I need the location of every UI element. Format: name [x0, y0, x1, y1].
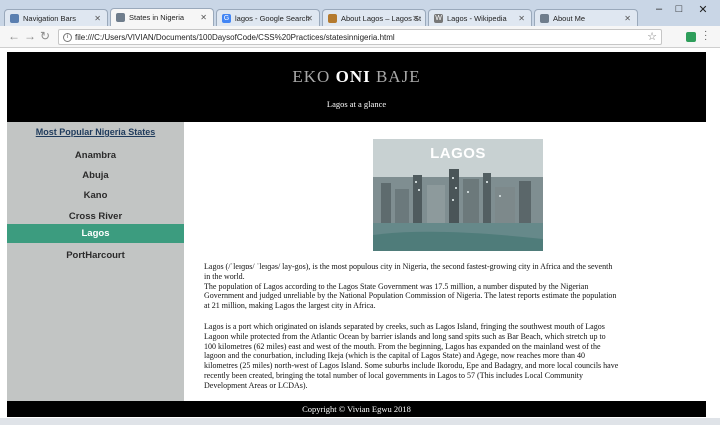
sidebar-item-lagos[interactable]: Lagos: [7, 224, 184, 243]
browser-tab[interactable]: About Lagos – Lagos St ✕: [322, 9, 426, 27]
states-sidebar: Most Popular Nigeria States Anambra Abuj…: [7, 122, 184, 401]
reload-icon[interactable]: ↻: [40, 29, 50, 43]
back-arrow-icon[interactable]: ←: [8, 29, 20, 43]
paragraph-text: Lagos (/ˈleɪɡɒs/ ˈleɪɡəs/ lay-gos), is t…: [204, 262, 613, 281]
sidebar-item-abuja[interactable]: Abuja: [7, 166, 184, 185]
close-window-icon[interactable]: ✕: [694, 3, 712, 16]
tab-title: Lagos - Wikipedia: [447, 14, 507, 23]
site-title-word: EKO: [292, 67, 331, 86]
page-favicon-icon: [116, 13, 125, 22]
close-tab-icon[interactable]: ✕: [306, 10, 313, 27]
browser-toolbar: ← → ↻ i file:///C:/Users/VIVIAN/Document…: [0, 26, 720, 48]
browser-tab-active[interactable]: States in Nigeria ✕: [110, 8, 214, 27]
page-favicon-icon: [10, 14, 19, 23]
site-title: EKO ONI BAJE: [7, 67, 706, 87]
browser-tab[interactable]: W Lagos - Wikipedia ✕: [428, 9, 532, 27]
paragraph-text: The population of Lagos according to the…: [204, 281, 617, 311]
browser-tab[interactable]: About Me ✕: [534, 9, 638, 27]
sidebar-heading[interactable]: Most Popular Nigeria States: [7, 127, 184, 137]
sidebar-item-portharcourt[interactable]: PortHarcourt: [7, 246, 184, 265]
paragraph-text: Lagos is a port which originated on isla…: [204, 322, 619, 390]
tab-title: About Me: [553, 14, 586, 23]
close-tab-icon[interactable]: ✕: [94, 10, 101, 27]
page-info-icon[interactable]: i: [63, 33, 72, 42]
page-footer: Copyright © Vivian Egwu 2018: [7, 401, 706, 417]
address-bar[interactable]: i file:///C:/Users/VIVIAN/Documents/100D…: [58, 29, 662, 45]
forward-arrow-icon[interactable]: →: [24, 29, 36, 43]
close-tab-icon[interactable]: ✕: [624, 10, 631, 27]
browser-tab[interactable]: Navigation Bars ✕: [4, 9, 108, 27]
browser-tab[interactable]: G lagos - Google Search ✕: [216, 9, 320, 27]
geography-paragraph: Lagos is a port which originated on isla…: [204, 322, 619, 391]
browser-menu-icon[interactable]: · · ·: [704, 27, 707, 45]
page-favicon-icon: [328, 14, 337, 23]
tab-title: Navigation Bars: [23, 14, 76, 23]
close-tab-icon[interactable]: ✕: [412, 10, 419, 27]
wikipedia-favicon-icon: W: [434, 14, 443, 23]
main-content: LAGOS Lagos (/ˈleɪɡɒs/ ˈleɪɡəs/ lay-gos)…: [184, 122, 706, 401]
bookmark-star-icon[interactable]: ☆: [647, 30, 657, 43]
intro-paragraph: Lagos (/ˈleɪɡɒs/ ˈleɪɡəs/ lay-gos), is t…: [204, 262, 619, 311]
close-tab-icon[interactable]: ✕: [518, 10, 525, 27]
image-caption: LAGOS: [430, 145, 486, 162]
extension-icon[interactable]: [686, 32, 696, 42]
google-favicon-icon: G: [222, 14, 231, 23]
os-taskbar: [0, 418, 720, 425]
maximize-icon[interactable]: □: [670, 3, 688, 15]
web-page: EKO ONI BAJE Lagos at a glance Most Popu…: [7, 52, 706, 425]
close-tab-icon[interactable]: ✕: [200, 9, 207, 26]
lagos-city-image: LAGOS: [373, 139, 543, 251]
page-favicon-icon: [540, 14, 549, 23]
page-header: EKO ONI BAJE Lagos at a glance: [7, 52, 706, 122]
browser-tab-strip: Navigation Bars ✕ States in Nigeria ✕ G …: [0, 0, 720, 27]
url-text[interactable]: file:///C:/Users/VIVIAN/Documents/100Day…: [75, 31, 395, 44]
sidebar-item-anambra[interactable]: Anambra: [7, 146, 184, 165]
minimize-icon[interactable]: –: [650, 3, 668, 15]
site-tagline: Lagos at a glance: [326, 99, 387, 109]
site-title-word: ONI: [335, 67, 371, 86]
site-title-word: BAJE: [375, 67, 421, 86]
tab-title: About Lagos – Lagos St: [341, 14, 422, 23]
tab-title: States in Nigeria: [129, 13, 185, 22]
tab-title: lagos - Google Search: [235, 14, 310, 23]
sidebar-item-kano[interactable]: Kano: [7, 186, 184, 205]
